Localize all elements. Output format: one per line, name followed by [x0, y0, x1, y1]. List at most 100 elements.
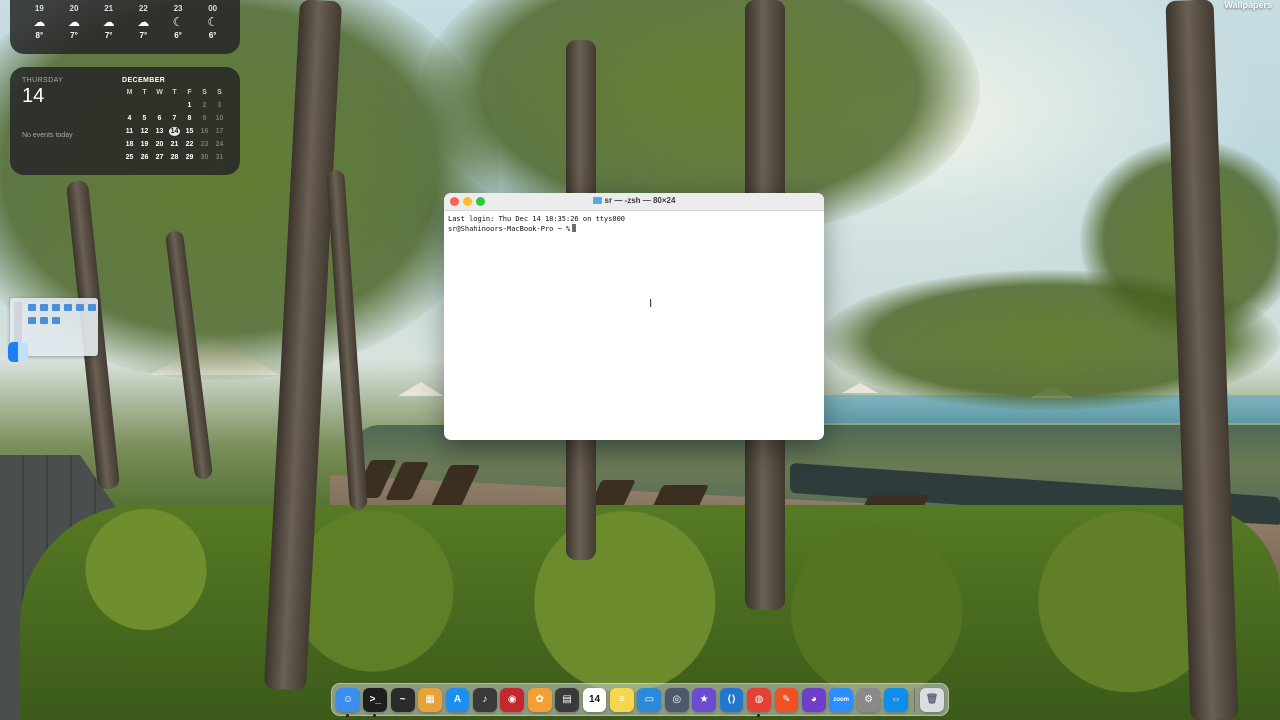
calendar-day-cell: 5: [142, 115, 147, 122]
notes-icon[interactable]: ≡: [610, 687, 634, 712]
launchpad-icon[interactable]: ▦: [418, 687, 442, 712]
calendar-weekday-header: T: [142, 89, 147, 96]
photo-booth-icon[interactable]: ◉: [500, 687, 525, 712]
weather-temperature: 7°: [70, 31, 78, 40]
calendar-day-cell: 12: [140, 128, 149, 135]
app-store-icon[interactable]: A: [445, 687, 470, 712]
calendar-month-title: DECEMBER: [122, 77, 166, 84]
calendar-today-cell: 14: [169, 127, 180, 136]
calendar-day-cell: 11: [125, 128, 134, 135]
pencil-app-icon[interactable]: ✎: [774, 687, 799, 712]
weather-widget[interactable]: 19 ☁ 8° 20 ☁ 7° 21 ☁ 7° 22 ☁ 7° 23 ☾ 6° 00 ☾ 6°: [10, 0, 240, 54]
calendar-month-grid: M T W T F S S 1 2 3 4 5 6 7 8 9 10 11 12 13 14 15 16 17 18 19 20 21…: [122, 88, 227, 162]
calendar-day-cell: 6: [157, 115, 162, 122]
weather-hour: 23: [173, 4, 183, 13]
calendar-widget[interactable]: THURSDAY 14 No events today DECEMBER MTW…: [10, 67, 240, 175]
running-indicator: [346, 713, 349, 717]
wallpaper-umbrella: [398, 382, 444, 396]
zoom-icon[interactable]: zoom: [829, 687, 854, 712]
dock-separator: [913, 687, 915, 712]
terminal-title: sr — -zsh — 80×24: [444, 196, 824, 205]
cloud-moon-icon: ☁: [102, 15, 115, 29]
calendar-app-glyph: 14: [588, 694, 601, 705]
weather-hour: 22: [138, 4, 148, 13]
calendar-day-cell: 25: [125, 154, 134, 161]
teamviewer-icon[interactable]: ⇔: [884, 687, 908, 712]
calendar-day-cell: 19: [140, 141, 149, 148]
weather-hour-column: 21 ☁ 7°: [91, 4, 126, 40]
wallpapers-label: Wallpapers: [1224, 0, 1272, 10]
calendar-day-cell: 2: [202, 102, 207, 109]
weather-temperature: 6°: [174, 31, 182, 40]
system-settings-icon[interactable]: ⚙: [856, 687, 881, 712]
text-cursor: [572, 224, 577, 232]
calculator-icon[interactable]: ▤: [555, 687, 579, 712]
finder-icon[interactable]: ☺: [336, 687, 360, 717]
terminal-title-text: sr — -zsh — 80×24: [604, 196, 676, 205]
calendar-weekday-header: W: [156, 89, 163, 96]
weather-temperature: 7°: [139, 31, 148, 40]
terminal-last-login-line: Last login: Thu Dec 14 18:35:26 on ttys0…: [448, 215, 626, 223]
chrome-glyph: ◍: [754, 694, 764, 705]
moon-icon: ☾: [172, 15, 184, 29]
calendar-weekday-header: F: [187, 89, 192, 96]
quicktime-icon[interactable]: ◎: [664, 687, 689, 712]
calendar-day-cell: 8: [187, 115, 192, 122]
moon-icon: ☾: [207, 15, 219, 29]
calendar-day-cell: [167, 101, 182, 110]
weather-hour-column: 00 ☾ 6°: [195, 4, 230, 40]
vscode-glyph: ⟨⟩: [726, 694, 737, 705]
cloud-moon-icon: ☁: [137, 15, 150, 29]
calendar-weekday-header: S: [217, 89, 222, 96]
calendar-day-cell: 28: [170, 154, 179, 161]
finder-stage-icon[interactable]: [8, 342, 28, 362]
cloud-moon-icon: ☁: [68, 15, 80, 29]
calendar-day-number: 14: [22, 85, 45, 107]
calendar-day-cell: 20: [155, 141, 164, 148]
github-desktop-icon[interactable]: ◕: [801, 687, 826, 712]
photos-icon[interactable]: ✿: [527, 687, 552, 712]
teamviewer-glyph: ⇔: [890, 694, 901, 705]
ibeam-cursor-icon: I: [649, 297, 653, 310]
trash-icon[interactable]: 🗑: [920, 687, 944, 712]
garageband-icon[interactable]: ♪: [473, 687, 497, 712]
weather-hour-column: 20 ☁ 7°: [57, 4, 92, 40]
calendar-day-cell: 22: [185, 141, 194, 148]
keynote-glyph: ▭: [644, 694, 655, 705]
vscode-icon[interactable]: ⟨⟩: [719, 687, 744, 712]
imovie-icon[interactable]: ★: [692, 687, 716, 712]
terminal-window[interactable]: sr — -zsh — 80×24 Last login: Thu Dec 14…: [444, 193, 824, 440]
calendar-day-cell: 23: [200, 141, 209, 148]
running-indicator: [757, 713, 761, 717]
launchpad-glyph: ▦: [425, 694, 435, 705]
calendar-day-cell: 26: [140, 154, 149, 161]
weather-temperature: 8°: [35, 31, 44, 40]
terminal-app-icon[interactable]: >_: [363, 687, 388, 717]
weather-temperature: 6°: [208, 31, 217, 40]
calendar-month-panel: DECEMBER M T W T F S S 1 2 3 4 5 6 7 8 9 10 11 12 13 14 15 16 1…: [122, 67, 233, 175]
cloud-moon-icon: ☁: [33, 15, 46, 29]
activity-monitor-icon[interactable]: ~: [390, 687, 415, 712]
chrome-icon[interactable]: ◍: [747, 687, 771, 717]
photo-booth-glyph: ◉: [507, 694, 517, 705]
terminal-titlebar[interactable]: sr — -zsh — 80×24: [444, 193, 824, 211]
calendar-weekday: THURSDAY: [22, 77, 64, 84]
weather-hour: 19: [34, 4, 44, 13]
weather-hour: 20: [69, 4, 79, 13]
weather-hour-column: 23 ☾ 6°: [161, 4, 196, 40]
calendar-day-cell: 9: [202, 115, 207, 122]
zoom-glyph: zoom: [833, 696, 849, 703]
calendar-day-cell: [122, 101, 137, 110]
stage-thumbnail-folders: [10, 311, 98, 324]
calculator-glyph: ▤: [562, 694, 572, 705]
calendar-day-cell: 16: [200, 128, 209, 135]
calendar-day-cell: 27: [155, 154, 164, 161]
calendar-app-icon[interactable]: 14: [582, 687, 607, 712]
calendar-today-panel: THURSDAY 14 No events today: [10, 67, 122, 175]
terminal-content[interactable]: Last login: Thu Dec 14 18:35:26 on ttys0…: [444, 211, 824, 237]
calendar-day-cell: 15: [185, 128, 194, 135]
keynote-icon[interactable]: ▭: [637, 687, 662, 712]
calendar-day-cell: 17: [215, 128, 224, 135]
calendar-events-text: No events today: [22, 132, 73, 139]
calendar-day-cell: 1: [187, 102, 192, 109]
